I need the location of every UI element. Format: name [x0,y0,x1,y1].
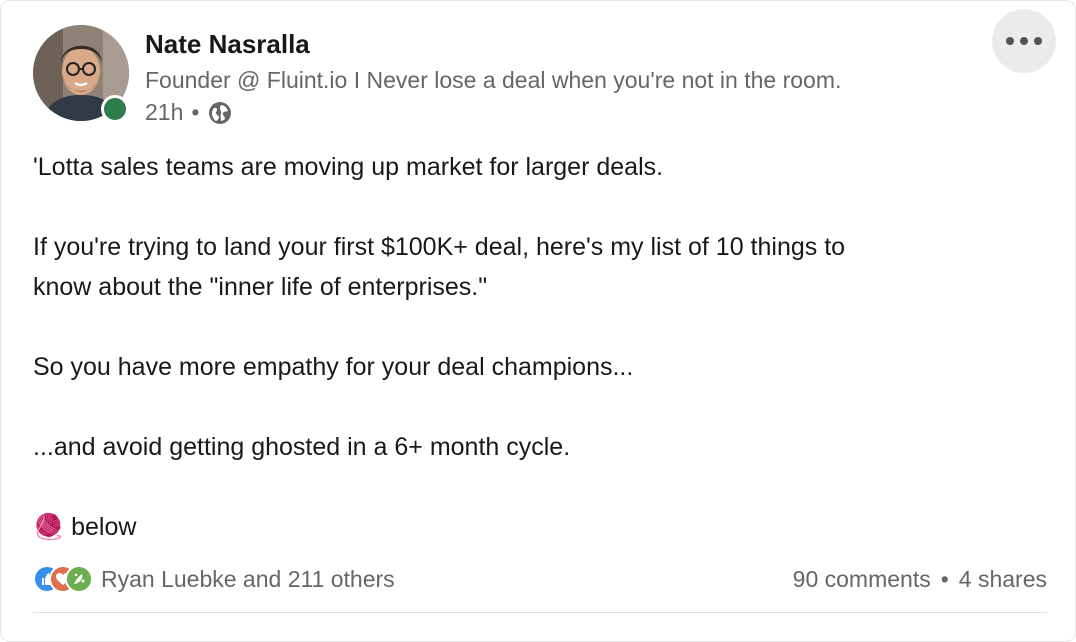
divider [33,612,1047,613]
social-counts-bar: Ryan Luebke and 211 others 90 comments •… [33,563,1047,595]
more-options-button[interactable] [992,9,1056,73]
post-line: know about the "inner life of enterprise… [33,273,488,301]
post-line: If you're trying to land your first $100… [33,233,846,261]
post-card: Nate Nasralla Founder @ Fluint.io I Neve… [0,0,1076,642]
post-time: 21h [145,99,184,125]
counts-separator: • [940,565,949,592]
reactors-text[interactable]: Ryan Luebke and 211 others [101,566,395,593]
shares-count-link[interactable]: 4 shares [959,566,1047,593]
globe-icon [207,100,233,126]
author-name[interactable]: Nate Nasralla [145,29,310,60]
post-line: 🧶 below [33,507,1043,547]
post-meta: 21h • [145,99,233,126]
online-status-indicator [101,95,129,123]
post-line: So you have more empathy for your deal c… [33,353,634,381]
ellipsis-icon [1006,37,1042,45]
author-headline: Founder @ Fluint.io I Never lose a deal … [145,67,842,93]
comments-count-link[interactable]: 90 comments [793,566,931,593]
post-line-text: below [71,513,137,541]
post-line: 'Lotta sales teams are moving up market … [33,153,664,181]
celebrate-icon [65,565,93,593]
post-text: 'Lotta sales teams are moving up market … [33,147,1043,547]
reactions-summary[interactable]: Ryan Luebke and 211 others [33,565,395,593]
engagement-counts: 90 comments • 4 shares [793,566,1047,593]
meta-separator: • [191,99,200,125]
yarn-emoji: 🧶 [33,513,65,541]
post-line: ...and avoid getting ghosted in a 6+ mon… [33,433,571,461]
